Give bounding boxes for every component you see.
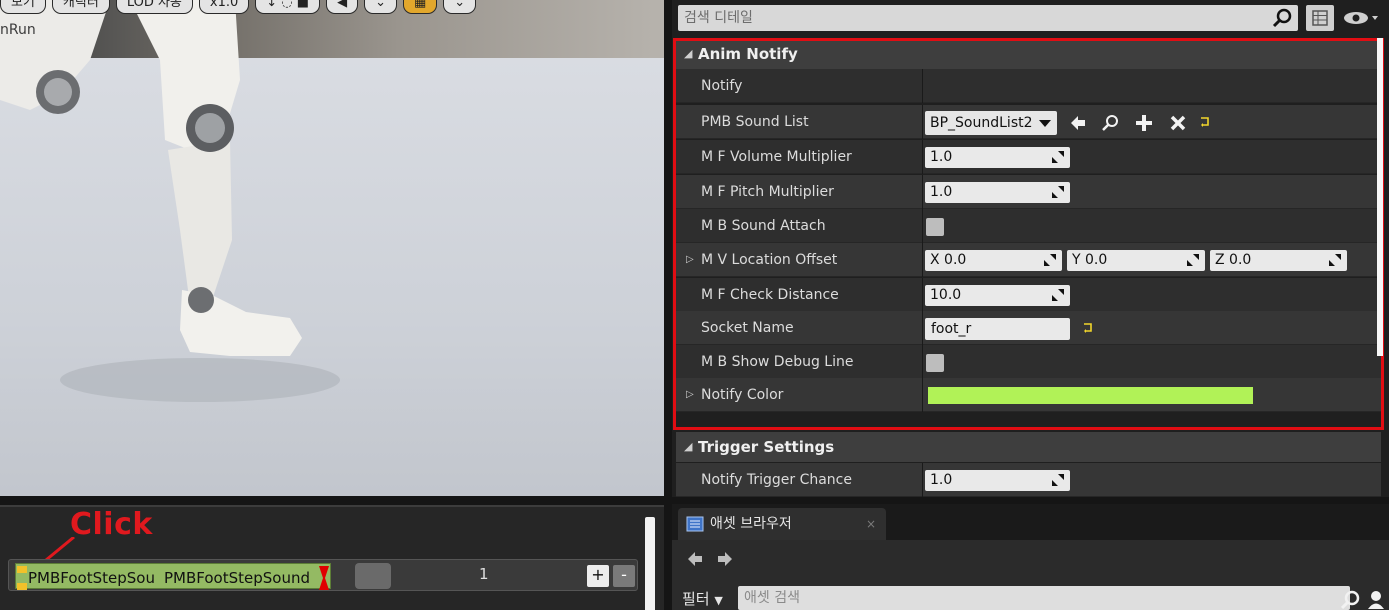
details-panel: 검색 디테일 ◢ Anim Notify Notify PMB Sound Li… bbox=[672, 0, 1389, 497]
back-arrow-icon[interactable] bbox=[686, 550, 704, 568]
search-icon[interactable] bbox=[1272, 8, 1292, 28]
notify-start-marker[interactable] bbox=[17, 566, 27, 590]
chevron-down-icon: ▼ bbox=[714, 594, 723, 607]
notify-label-first[interactable]: PMBFootStepSou bbox=[28, 567, 155, 589]
character-mesh bbox=[0, 0, 340, 402]
grid-snap-button[interactable]: ⌄ bbox=[364, 0, 397, 14]
add-track-button[interactable]: + bbox=[587, 565, 609, 587]
notify-event-bar[interactable]: PMBFootStepSou PMBFootStepSound bbox=[15, 563, 331, 590]
tab-asset-browser[interactable]: 애셋 브라우저 × bbox=[678, 508, 886, 540]
property-matrix-button[interactable] bbox=[1306, 5, 1334, 31]
asset-browser-body: 필터 ▼ 애셋 검색 bbox=[672, 540, 1389, 610]
notify-end-marker[interactable] bbox=[319, 566, 329, 590]
asset-browser-icon bbox=[686, 516, 704, 532]
notify-track-slot[interactable] bbox=[355, 563, 391, 589]
trigger-chance-input[interactable]: 1.0 bbox=[925, 470, 1070, 491]
remove-track-button[interactable]: - bbox=[613, 565, 635, 587]
asset-search-input[interactable]: 애셋 검색 bbox=[738, 586, 1350, 610]
grid-list-icon bbox=[1312, 10, 1328, 26]
timeline-scrollbar[interactable] bbox=[645, 517, 655, 610]
click-annotation: Click bbox=[70, 507, 153, 542]
eye-icon[interactable] bbox=[1342, 8, 1382, 28]
highlight-annotation-box bbox=[673, 38, 1384, 430]
column-divider[interactable] bbox=[922, 463, 923, 497]
close-icon[interactable]: × bbox=[866, 508, 876, 540]
animation-name-label: nRun bbox=[0, 22, 36, 38]
track-count: 1 bbox=[479, 565, 489, 583]
camera-speed-button[interactable]: ◀ bbox=[326, 0, 359, 14]
prop-row-trigger-chance: Notify Trigger Chance 1.0 bbox=[676, 463, 1381, 497]
resize-handle-icon bbox=[1052, 474, 1064, 486]
playback-speed-button[interactable]: x1.0 bbox=[198, 0, 250, 14]
animation-viewport[interactable]: 보기 캐릭터 LOD 자동 x1.0 ↕ ◌ ■ ◀ ⌄ ▦ ⌄ nRun bbox=[0, 0, 664, 496]
viewport-toolbar: 보기 캐릭터 LOD 자동 x1.0 ↕ ◌ ■ ◀ ⌄ ▦ ⌄ bbox=[0, 0, 477, 14]
details-search-input[interactable]: 검색 디테일 bbox=[678, 5, 1298, 31]
view-mode-button[interactable]: 보기 bbox=[0, 0, 46, 14]
notify-track[interactable]: PMBFootStepSou PMBFootStepSound 1 + - bbox=[8, 559, 638, 591]
user-icon[interactable] bbox=[1367, 590, 1385, 610]
asset-browser-panel: 애셋 브라우저 × 필터 ▼ 애셋 검색 bbox=[672, 504, 1389, 610]
grid-dropdown-button[interactable]: ⌄ bbox=[443, 0, 477, 14]
notify-label-second[interactable]: PMBFootStepSound bbox=[164, 567, 310, 589]
search-icon[interactable] bbox=[1340, 590, 1360, 610]
notify-timeline: Click PMBFootStepSou PMBFootStepSound 1 … bbox=[0, 505, 664, 610]
details-scrollbar[interactable] bbox=[1377, 38, 1383, 356]
grid-toggle-button[interactable]: ▦ bbox=[402, 0, 438, 14]
category-trigger-settings[interactable]: ◢ Trigger Settings bbox=[676, 432, 1381, 462]
filter-button[interactable]: 필터 ▼ bbox=[682, 588, 723, 609]
transform-tools-button[interactable]: ↕ ◌ ■ bbox=[255, 0, 321, 14]
character-button[interactable]: 캐릭터 bbox=[51, 0, 110, 14]
lod-button[interactable]: LOD 자동 bbox=[115, 0, 193, 14]
collapse-arrow-icon: ◢ bbox=[684, 440, 693, 453]
forward-arrow-icon[interactable] bbox=[716, 550, 734, 568]
